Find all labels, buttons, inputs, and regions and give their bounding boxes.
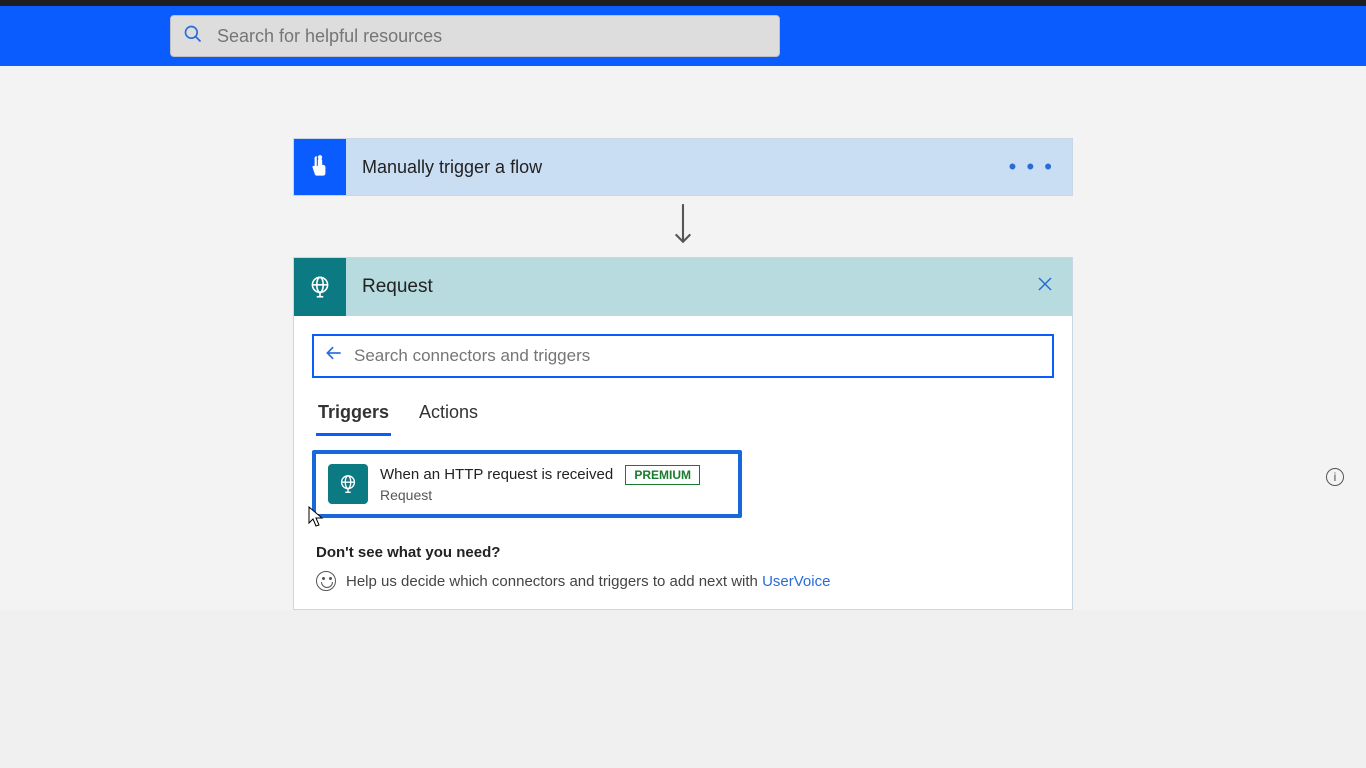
- request-connector-icon: [328, 464, 368, 504]
- result-title: When an HTTP request is received: [380, 466, 613, 483]
- flow-arrow-icon: [670, 202, 696, 253]
- trigger-more-button[interactable]: • • •: [1009, 154, 1054, 180]
- connector-search-input[interactable]: [354, 346, 1042, 366]
- panel-title: Request: [346, 276, 433, 298]
- help-section: Don't see what you need? Help us decide …: [312, 544, 1054, 591]
- search-icon: [183, 24, 203, 49]
- result-subtitle: Request: [380, 487, 700, 503]
- global-search-input[interactable]: [217, 26, 767, 47]
- premium-badge: PREMIUM: [625, 465, 700, 485]
- help-prefix: Help us decide which connectors and trig…: [346, 573, 762, 590]
- panel-body: Triggers Actions: [294, 316, 1072, 609]
- info-icon[interactable]: i: [1326, 468, 1344, 486]
- trigger-step[interactable]: Manually trigger a flow • • •: [293, 138, 1073, 196]
- result-text: When an HTTP request is received PREMIUM…: [380, 465, 700, 503]
- panel-header: Request: [294, 258, 1072, 316]
- picker-tabs: Triggers Actions: [312, 396, 1054, 436]
- result-list: When an HTTP request is received PREMIUM…: [312, 450, 1054, 518]
- app-header: [0, 6, 1366, 66]
- request-connector-icon: [294, 258, 346, 316]
- tab-actions[interactable]: Actions: [417, 396, 480, 436]
- action-picker-panel: Request Triggers Actions: [293, 257, 1073, 610]
- connector-search[interactable]: [312, 334, 1054, 378]
- trigger-result-http-request[interactable]: When an HTTP request is received PREMIUM…: [312, 450, 742, 518]
- help-question: Don't see what you need?: [316, 544, 1054, 561]
- panel-close-button[interactable]: [1036, 275, 1054, 299]
- global-search[interactable]: [170, 15, 780, 57]
- tab-triggers[interactable]: Triggers: [316, 396, 391, 436]
- smile-icon: [316, 571, 336, 591]
- back-arrow-icon[interactable]: [324, 343, 344, 369]
- flow-canvas: Manually trigger a flow • • • Request: [0, 66, 1366, 610]
- trigger-icon: [294, 139, 346, 195]
- help-text: Help us decide which connectors and trig…: [316, 571, 1054, 591]
- trigger-title: Manually trigger a flow: [346, 157, 542, 178]
- uservoice-link[interactable]: UserVoice: [762, 573, 830, 590]
